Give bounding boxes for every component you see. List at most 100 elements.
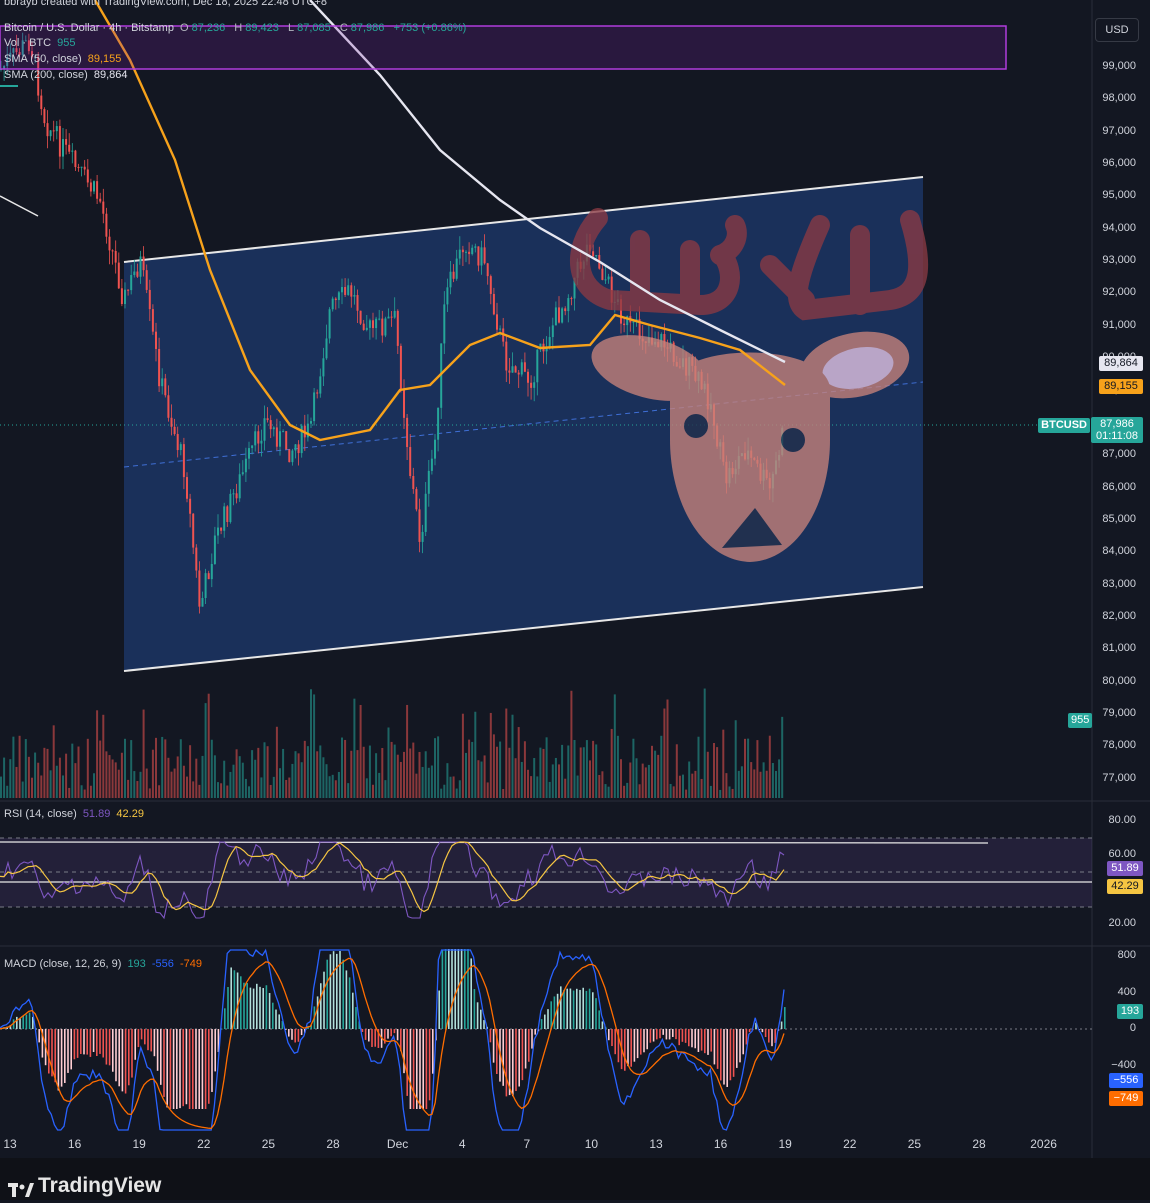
price-tick-15: 84,000 <box>1102 545 1136 558</box>
macd-histogram-bar <box>76 1029 79 1058</box>
volume-bar <box>675 744 678 798</box>
macd-legend[interactable]: MACD (close, 12, 26, 9) 193 -556 -749 <box>4 957 205 971</box>
volume-legend[interactable]: Vol · BTC 955 <box>4 36 79 50</box>
candle-body <box>195 547 198 571</box>
candle-body <box>319 376 322 394</box>
candle-body <box>409 447 412 476</box>
volume-bar <box>145 768 148 798</box>
candle-body <box>403 389 405 418</box>
volume-bar <box>220 783 223 798</box>
volume-bar <box>266 746 269 798</box>
volume-bar <box>660 735 663 798</box>
symbol-badge: BTCUSD <box>1038 418 1090 433</box>
candle-body <box>375 318 378 329</box>
volume-bar <box>533 758 536 798</box>
candle-body <box>561 308 564 323</box>
macd-histogram-bar <box>585 990 588 1029</box>
volume-bar <box>62 775 64 798</box>
macd-histogram-bar <box>390 1029 392 1037</box>
candle-body <box>263 418 266 441</box>
macd-histogram-bar <box>614 1029 616 1055</box>
macd-histogram-bar <box>384 1029 386 1044</box>
volume-bar <box>647 764 650 798</box>
macd-histogram-bar <box>483 1020 485 1029</box>
candle-body <box>241 472 244 475</box>
volume-bar <box>204 703 207 798</box>
volume-bar <box>319 745 322 798</box>
volume-bar <box>399 761 402 798</box>
candle-body <box>266 418 269 421</box>
candle-body <box>173 426 176 435</box>
volume-bar <box>139 771 142 798</box>
volume-bar <box>313 694 316 798</box>
macd-histogram-bar <box>505 1029 508 1097</box>
volume-bar <box>86 738 89 798</box>
macd-histogram-bar <box>697 1029 700 1052</box>
macd-line <box>0 948 785 1131</box>
sma50-legend[interactable]: SMA (50, close) 89,155 <box>4 52 124 66</box>
macd-histogram-bar <box>569 988 572 1029</box>
volume-bar <box>31 777 33 798</box>
rsi-legend[interactable]: RSI (14, close) 51.89 42.29 <box>4 807 147 821</box>
volume-bar <box>368 745 371 798</box>
macd-hist-legend-value: 193 <box>127 958 146 970</box>
macd-histogram-bar <box>624 1029 626 1071</box>
macd-histogram-bar <box>169 1029 172 1109</box>
candle-body <box>548 337 551 347</box>
candle-body <box>43 109 46 124</box>
volume-bar <box>176 756 179 798</box>
volume-bar <box>545 737 548 798</box>
volume-bar <box>186 776 188 798</box>
macd-histogram-bar <box>60 1029 63 1087</box>
volume-bar <box>297 753 300 798</box>
watermark-text: bbrayb created with TradingView.com, Dec… <box>4 0 327 8</box>
rsi-tick-2: 20.00 <box>1108 917 1136 929</box>
volume-bar <box>235 749 238 798</box>
macd-histogram-bar <box>96 1029 98 1056</box>
macd-histogram-bar <box>489 1029 492 1043</box>
candle-body <box>62 139 64 157</box>
date-tick-14: 25 <box>907 1137 922 1151</box>
volume-bar <box>604 784 607 798</box>
volume-bar <box>623 785 626 798</box>
macd-histogram-bar <box>643 1029 645 1053</box>
volume-bar <box>192 781 195 798</box>
volume-bar <box>83 789 86 798</box>
volume-bar <box>427 767 430 798</box>
candle-body <box>46 123 49 137</box>
macd-histogram-bar <box>89 1029 92 1057</box>
candle-body <box>220 527 223 531</box>
volume-bar <box>753 769 756 798</box>
candle-body <box>130 275 133 291</box>
volume-bar <box>117 769 120 798</box>
macd-histogram-bar <box>409 1029 412 1109</box>
price-tick-7: 92,000 <box>1102 286 1136 299</box>
macd-histogram-bar <box>112 1029 114 1072</box>
price-tick-16: 83,000 <box>1102 577 1136 590</box>
currency-button[interactable]: USD <box>1095 18 1139 42</box>
price-tick-13: 86,000 <box>1102 480 1136 493</box>
macd-histogram-bar <box>19 1018 21 1029</box>
candle-body <box>176 434 179 451</box>
macd-histogram-bar <box>291 1029 293 1040</box>
candle-body <box>40 95 43 110</box>
volume-bar <box>372 784 374 798</box>
candle-body <box>155 331 157 349</box>
macd-tick-0: 800 <box>1117 949 1136 961</box>
candle-body <box>93 181 95 192</box>
macd-histogram-bar <box>726 1029 728 1087</box>
volume-bar <box>418 751 421 798</box>
sma200-legend[interactable]: SMA (200, close) 89,864 <box>4 68 130 82</box>
volume-bar <box>716 747 719 798</box>
volume-bar <box>303 740 306 798</box>
macd-histogram-bar <box>678 1029 680 1046</box>
volume-bar <box>260 777 263 798</box>
volume-bar <box>728 786 731 798</box>
macd-histogram-bar <box>38 1029 40 1043</box>
chart-canvas[interactable] <box>0 0 1150 1158</box>
tradingview-logo[interactable]: TradingView <box>8 1174 161 1198</box>
macd-histogram-bar <box>118 1029 120 1087</box>
volume-bar <box>322 757 325 798</box>
volume-bar <box>415 773 418 798</box>
date-tick-9: 10 <box>584 1137 599 1151</box>
